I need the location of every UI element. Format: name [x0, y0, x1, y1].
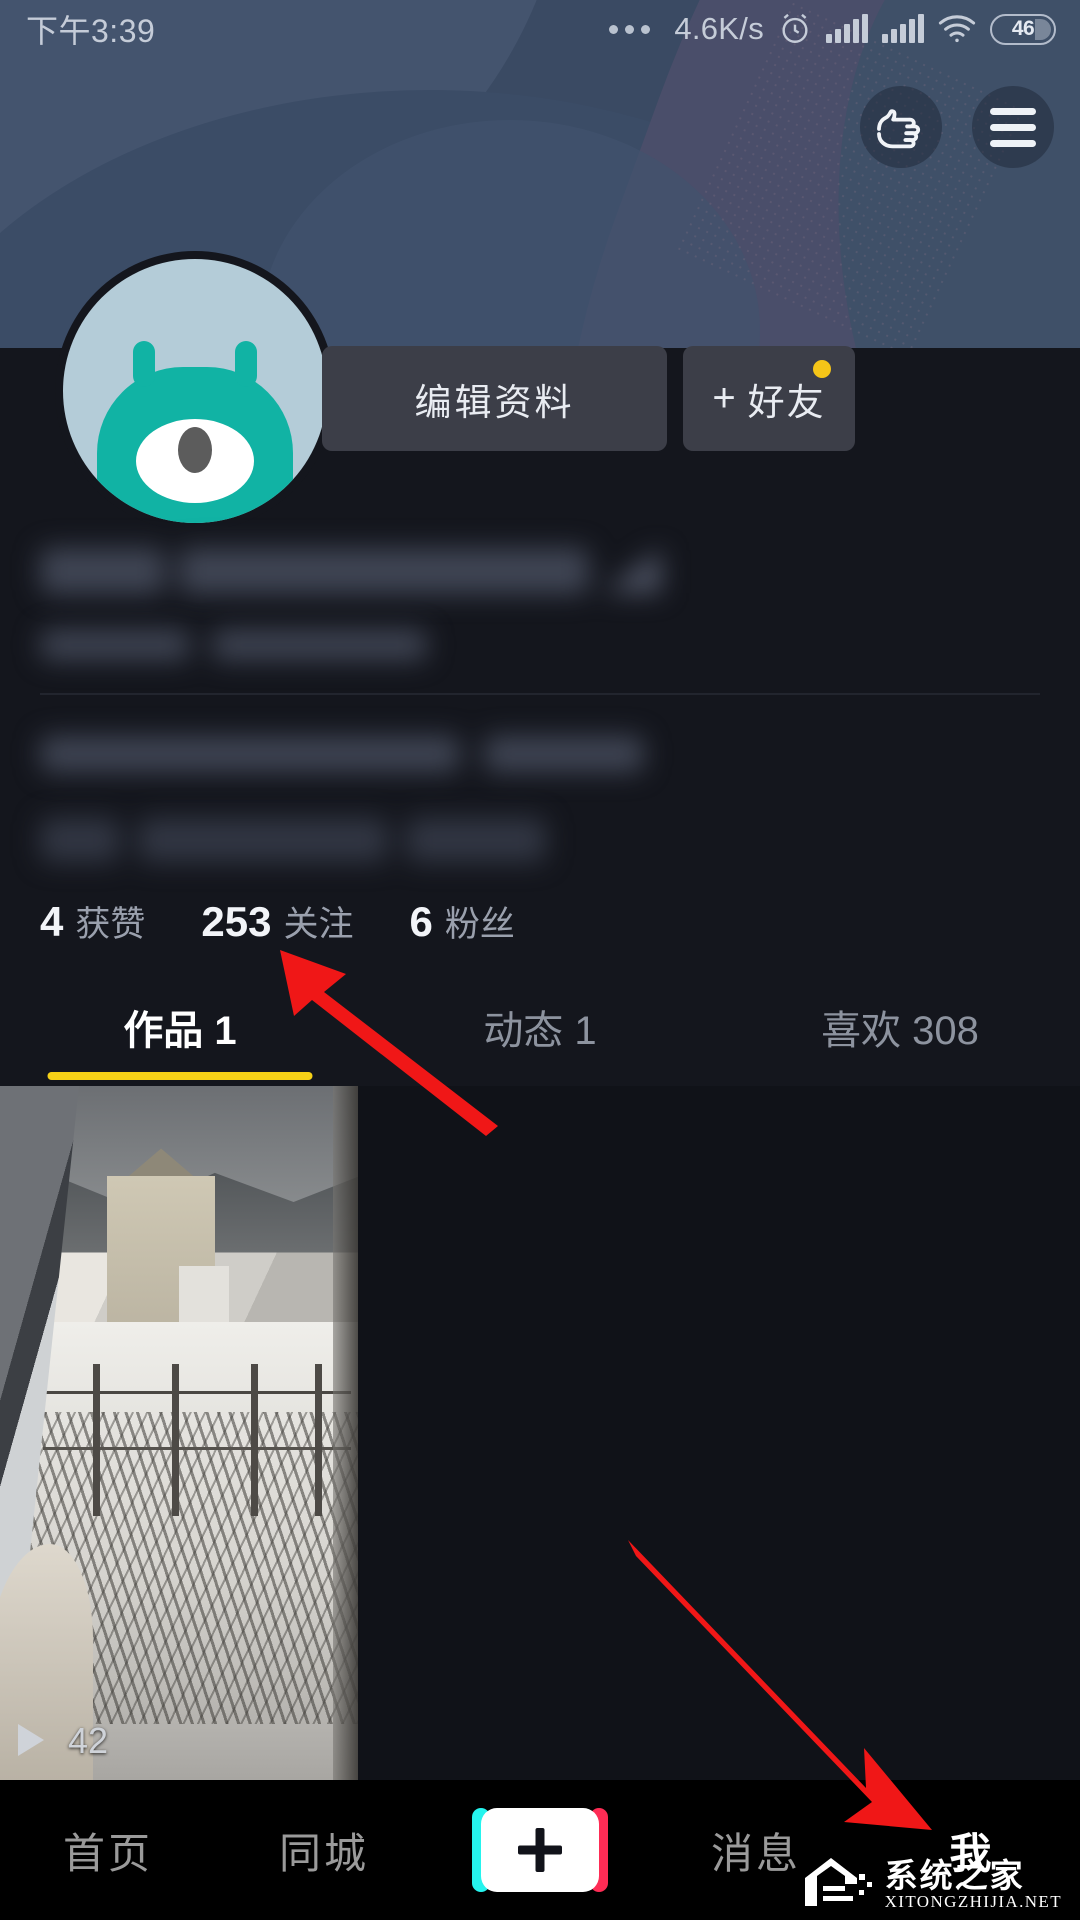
tab-works[interactable]: 作品 1 — [0, 998, 360, 1080]
tab-dynamics[interactable]: 动态 1 — [360, 998, 720, 1080]
notification-dot-badge — [813, 360, 831, 378]
username-masked — [40, 548, 661, 594]
tab-active-underline — [47, 1072, 313, 1080]
cellular-signal-icon — [826, 14, 868, 43]
handle-masked — [40, 630, 427, 660]
stat-likes[interactable]: 4 获赞 — [40, 896, 145, 947]
status-bar: 下午3:39 4.6K/s 46 — [0, 0, 1080, 58]
plus-icon — [518, 1828, 562, 1872]
avatar[interactable] — [55, 251, 335, 531]
video-thumbnail-item[interactable]: 42 — [0, 1086, 358, 1780]
pointing-hand-icon — [873, 104, 929, 150]
watermark-logo-icon — [801, 1852, 875, 1912]
play-count: 42 — [18, 1720, 108, 1762]
tab-label: 动态 1 — [483, 1009, 597, 1053]
create-plus-button[interactable] — [472, 1808, 608, 1892]
battery-indicator: 46 — [990, 13, 1056, 45]
plus-glyph: + — [712, 376, 738, 420]
tab-label: 作品 1 — [123, 1009, 237, 1053]
tags-masked — [40, 818, 546, 862]
video-grid: 42 — [0, 1086, 1080, 1780]
alarm-clock-icon — [778, 12, 812, 46]
stat-label: 关注 — [283, 905, 354, 944]
stat-value: 4 — [40, 898, 64, 945]
status-time: 下午3:39 — [26, 13, 156, 49]
edit-profile-button[interactable]: 编辑资料 — [322, 346, 667, 451]
stat-label: 获赞 — [75, 905, 146, 944]
battery-level-label: 46 — [1011, 17, 1035, 40]
hamburger-menu-icon — [990, 107, 1036, 147]
add-friend-button[interactable]: + 好友 — [683, 346, 855, 451]
play-count-label: 42 — [68, 1720, 109, 1761]
stat-value: 6 — [409, 898, 433, 945]
tab-likes[interactable]: 喜欢 308 — [720, 998, 1080, 1080]
site-watermark: 系统之家 XITONGZHIJIA.NET — [801, 1852, 1062, 1912]
monster-avatar-icon — [63, 259, 327, 523]
bio-masked — [40, 736, 660, 772]
hamburger-menu-button[interactable] — [972, 86, 1054, 168]
pointing-hand-button[interactable] — [860, 86, 942, 168]
section-divider — [40, 693, 1040, 695]
tab-label: 喜欢 308 — [821, 1009, 979, 1053]
stat-label: 粉丝 — [444, 905, 515, 944]
phone-screen: 下午3:39 4.6K/s 46 编辑资料 + 好友 4 获赞 253 关注 6… — [0, 0, 1080, 1920]
profile-stats: 4 获赞 253 关注 6 粉丝 — [40, 896, 515, 947]
stat-following[interactable]: 253 关注 — [201, 896, 353, 947]
more-dots-icon — [609, 24, 651, 34]
video-thumbnail-image — [0, 1086, 358, 1780]
profile-body: 编辑资料 + 好友 4 获赞 253 关注 6 粉丝 作品 1 动态 1 喜欢 … — [0, 251, 1080, 1920]
nav-item-create[interactable] — [432, 1808, 648, 1892]
stat-followers[interactable]: 6 粉丝 — [409, 896, 514, 947]
wifi-icon — [938, 14, 976, 44]
nav-item-nearby[interactable]: 同城 — [216, 1820, 432, 1881]
watermark-en-label: XITONGZHIJIA.NET — [884, 1892, 1062, 1911]
network-speed-label: 4.6K/s — [674, 11, 764, 46]
nav-item-home[interactable]: 首页 — [0, 1820, 216, 1881]
edit-profile-label: 编辑资料 — [414, 381, 575, 423]
cellular-signal-icon — [882, 14, 924, 43]
play-triangle-icon — [18, 1724, 52, 1758]
stat-value: 253 — [201, 898, 272, 945]
add-friend-label: 好友 — [747, 381, 826, 423]
watermark-cn-label: 系统之家 — [884, 1857, 1025, 1894]
content-tabs: 作品 1 动态 1 喜欢 308 — [0, 998, 1080, 1080]
